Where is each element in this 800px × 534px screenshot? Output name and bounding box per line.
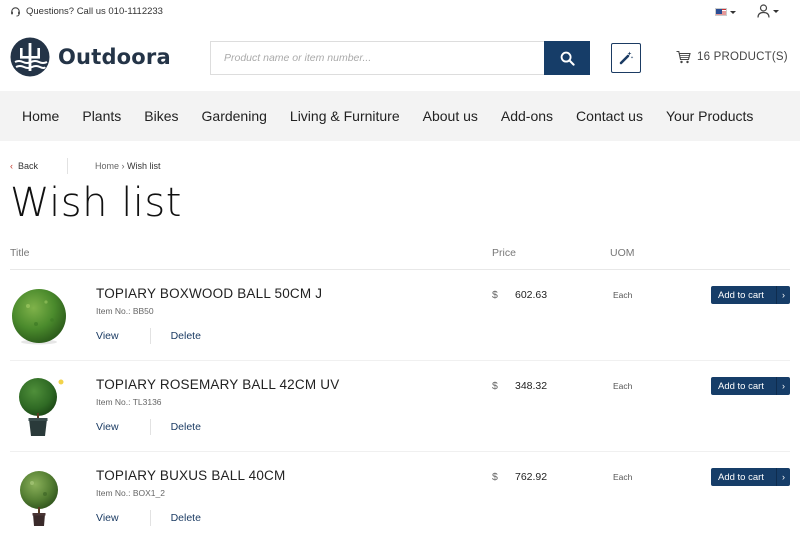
view-link[interactable]: View <box>96 421 119 433</box>
nav-item-living-furniture[interactable]: Living & Furniture <box>290 108 400 124</box>
breadcrumb-current: Wish list <box>127 161 161 171</box>
logo-icon <box>10 37 50 77</box>
currency-symbol: $ <box>492 380 498 392</box>
add-to-cart-label: Add to cart <box>718 380 764 392</box>
nav-item-add-ons[interactable]: Add-ons <box>501 108 553 124</box>
product-image[interactable] <box>10 284 68 346</box>
price-value: 762.92 <box>515 471 548 483</box>
delete-link[interactable]: Delete <box>171 330 201 342</box>
us-flag-icon <box>715 8 727 16</box>
product-name[interactable]: TOPIARY BOXWOOD BALL 50CM J <box>96 286 322 301</box>
search-bar <box>210 41 590 75</box>
page-title: Wish list <box>10 180 182 226</box>
action-divider <box>149 328 151 344</box>
chevron-right-icon: › <box>776 468 790 486</box>
product-image[interactable] <box>10 466 68 528</box>
phone-contact: Questions? Call us 010-1112233 <box>10 6 163 17</box>
nav-item-contact-us[interactable]: Contact us <box>576 108 643 124</box>
boxwood-ball-image <box>12 289 66 345</box>
phone-text: Questions? Call us 010-1112233 <box>26 6 163 17</box>
nav-item-your-products[interactable]: Your Products <box>666 108 753 124</box>
action-divider <box>149 419 151 435</box>
back-label: Back <box>18 161 39 171</box>
account-menu[interactable] <box>757 4 779 18</box>
column-header-price: Price <box>492 247 516 259</box>
column-header-title: Title <box>10 247 30 259</box>
column-header-uom: UOM <box>610 247 635 259</box>
chevron-right-icon: › <box>776 286 790 304</box>
rosemary-ball-image <box>19 378 64 436</box>
chevron-right-icon: › <box>776 377 790 395</box>
shopping-cart-icon <box>676 50 691 64</box>
nav-item-gardening[interactable]: Gardening <box>202 108 267 124</box>
product-image[interactable] <box>10 375 68 437</box>
language-selector[interactable] <box>715 8 736 16</box>
item-number: Item No.: TL3136 <box>96 397 162 407</box>
search-input[interactable] <box>210 41 544 75</box>
currency-symbol: $ <box>492 471 498 483</box>
add-to-cart-button[interactable]: Add to cart › <box>711 286 790 304</box>
breadcrumb-separator: › <box>121 161 125 171</box>
main-navigation: Home Plants Bikes Gardening Living & Fur… <box>0 91 800 141</box>
top-bar: Questions? Call us 010-1112233 <box>0 0 800 26</box>
uom-value: Each <box>613 381 633 391</box>
nav-item-plants[interactable]: Plants <box>82 108 121 124</box>
headset-icon <box>11 7 20 17</box>
breadcrumb-divider <box>67 158 68 174</box>
user-icon <box>757 4 770 18</box>
uom-value: Each <box>613 290 633 300</box>
buxus-ball-image <box>20 471 58 526</box>
add-to-cart-button[interactable]: Add to cart › <box>711 377 790 395</box>
nav-item-about-us[interactable]: About us <box>423 108 478 124</box>
add-to-cart-label: Add to cart <box>718 289 764 301</box>
delete-link[interactable]: Delete <box>171 512 201 524</box>
magic-wand-icon <box>619 51 634 65</box>
view-link[interactable]: View <box>96 512 119 524</box>
item-number: Item No.: BB50 <box>96 306 154 316</box>
chevron-down-icon <box>773 9 779 13</box>
uom-value: Each <box>613 472 633 482</box>
breadcrumb: Home › Wish list <box>95 161 161 171</box>
breadcrumb-home[interactable]: Home <box>95 161 119 171</box>
row-actions: View Delete <box>96 510 201 526</box>
price-value: 348.32 <box>515 380 548 392</box>
logo-text: Outdoora <box>58 45 171 69</box>
quick-order-button[interactable] <box>611 43 641 73</box>
search-icon <box>560 51 575 66</box>
table-row: TOPIARY BOXWOOD BALL 50CM J Item No.: BB… <box>10 270 790 361</box>
table-row: TOPIARY ROSEMARY BALL 42CM UV Item No.: … <box>10 361 790 452</box>
delete-link[interactable]: Delete <box>171 421 201 433</box>
row-actions: View Delete <box>96 328 201 344</box>
action-divider <box>149 510 151 526</box>
search-button[interactable] <box>544 41 590 75</box>
cart-summary[interactable]: 16 PRODUCT(S) <box>676 50 788 64</box>
nav-item-bikes[interactable]: Bikes <box>144 108 178 124</box>
add-to-cart-label: Add to cart <box>718 471 764 483</box>
row-actions: View Delete <box>96 419 201 435</box>
view-link[interactable]: View <box>96 330 119 342</box>
item-number: Item No.: BOX1_2 <box>96 488 165 498</box>
price-value: 602.63 <box>515 289 548 301</box>
add-to-cart-button[interactable]: Add to cart › <box>711 468 790 486</box>
table-row: TOPIARY BUXUS BALL 40CM Item No.: BOX1_2… <box>10 452 790 534</box>
product-name[interactable]: TOPIARY BUXUS BALL 40CM <box>96 468 285 483</box>
chevron-down-icon <box>730 10 736 14</box>
nav-item-home[interactable]: Home <box>22 108 59 124</box>
back-link[interactable]: ‹ Back <box>10 161 38 171</box>
chevron-left-icon: ‹ <box>10 161 13 171</box>
currency-symbol: $ <box>492 289 498 301</box>
site-logo[interactable]: Outdoora <box>10 37 171 77</box>
product-name[interactable]: TOPIARY ROSEMARY BALL 42CM UV <box>96 377 339 392</box>
cart-count-text: 16 PRODUCT(S) <box>697 51 788 63</box>
